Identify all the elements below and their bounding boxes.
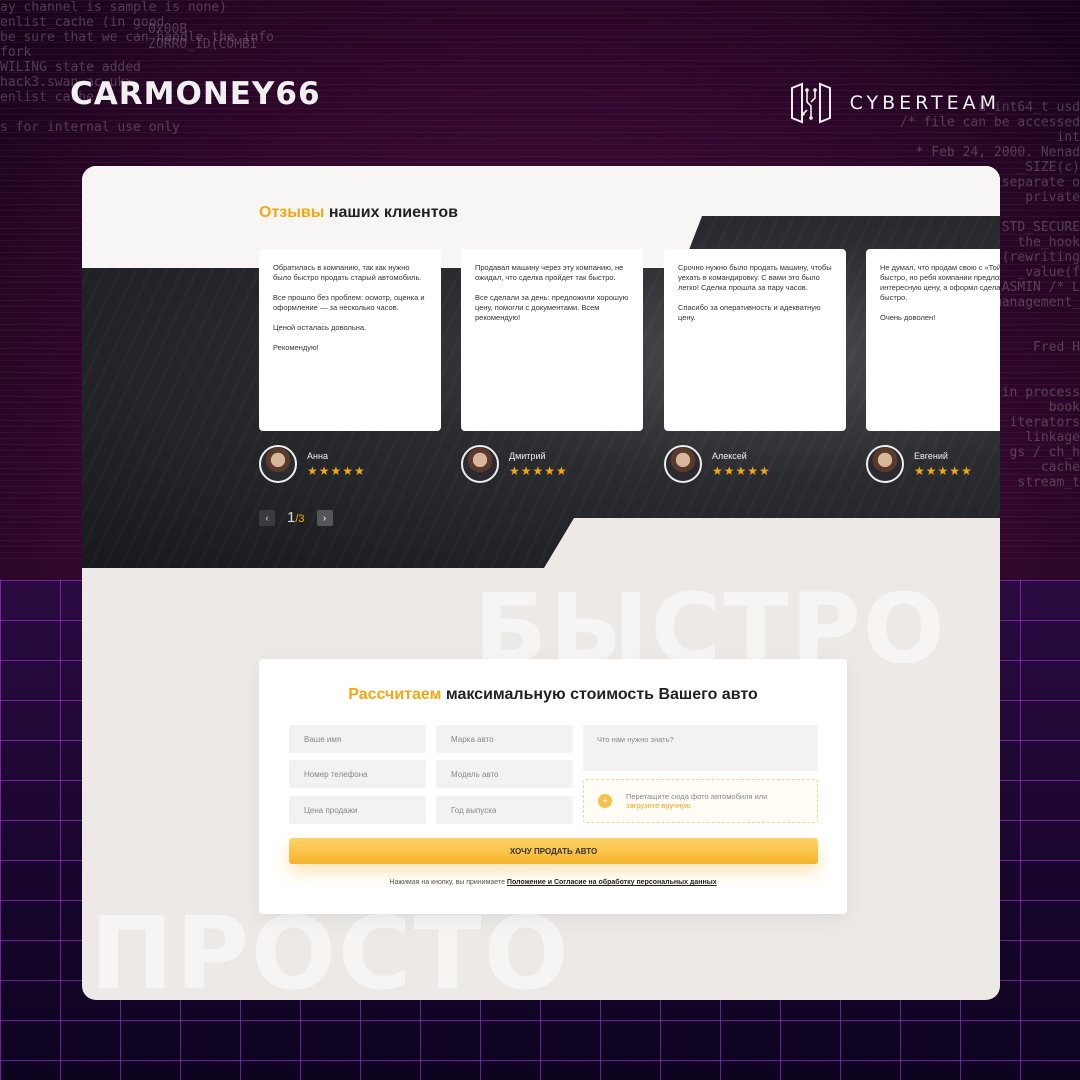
background-code-left-top: 0x00B ZORRO_ID(COMBI xyxy=(148,22,258,52)
review-card: Не думал, что продам свою с «Тойоту» так… xyxy=(866,249,1000,431)
background-code-left: ay channel is sample is none) enlist_cac… xyxy=(0,0,274,135)
review-author: Дмитрий ★★★★★ xyxy=(461,445,568,483)
car-model-field[interactable]: Модель авто xyxy=(436,760,573,788)
author-name: Алексей xyxy=(712,450,747,461)
reviews-title-rest: наших клиентов xyxy=(324,204,458,221)
upload-manually-link[interactable]: загрузите вручную xyxy=(626,801,767,810)
pager-total: /3 xyxy=(295,513,305,525)
team-name: CYBERTEAM xyxy=(849,92,1000,114)
review-author: Евгений ★★★★★ xyxy=(866,445,973,483)
landing-preview-card: БЫСТРО ПРОСТО Отзывы наших клиентов Обра… xyxy=(82,166,1000,1000)
consent-text: Нажимая на кнопку, вы принимаете xyxy=(389,879,507,886)
form-title: Рассчитаем максимальную стоимость Вашего… xyxy=(259,686,847,704)
form-title-accent: Рассчитаем xyxy=(348,686,442,703)
name-field[interactable]: Ваше имя xyxy=(289,725,426,753)
avatar xyxy=(866,445,904,483)
avatar xyxy=(664,445,702,483)
review-card: Продавал машину через эту компанию, не о… xyxy=(461,249,643,431)
car-brand-field[interactable]: Марка авто xyxy=(436,725,573,753)
price-field[interactable]: Цена продажи xyxy=(289,796,426,824)
question-textarea[interactable]: Что нам нужно знать? xyxy=(583,725,818,771)
sell-car-button[interactable]: ХОЧУ ПРОДАТЬ АВТО xyxy=(289,838,818,864)
plus-icon: + xyxy=(598,794,612,808)
review-author: Анна ★★★★★ xyxy=(259,445,366,483)
rating-stars: ★★★★★ xyxy=(307,463,366,478)
reviews-title: Отзывы наших клиентов xyxy=(259,204,458,222)
prev-arrow-icon[interactable]: ‹ xyxy=(259,510,275,526)
brand-logo: CARMONEY66 xyxy=(70,76,321,112)
background-word-simple: ПРОСТО xyxy=(90,895,571,1001)
consent-link[interactable]: Положение и Согласие на обработку персон… xyxy=(507,879,717,886)
phone-field[interactable]: Номер телефона xyxy=(289,760,426,788)
author-name: Дмитрий xyxy=(509,450,546,461)
avatar xyxy=(259,445,297,483)
review-text: Продавал машину через эту компанию, не о… xyxy=(475,263,629,322)
reviews-pager: ‹ 1/3 › xyxy=(259,509,333,527)
form-title-rest: максимальную стоимость Вашего авто xyxy=(441,686,758,703)
review-author: Алексей ★★★★★ xyxy=(664,445,771,483)
valuation-form: Рассчитаем максимальную стоимость Вашего… xyxy=(259,659,847,914)
avatar xyxy=(461,445,499,483)
photo-dropzone[interactable]: + Перетащите сюда фото автомобиля или за… xyxy=(583,779,818,823)
rating-stars: ★★★★★ xyxy=(712,463,771,478)
review-text: Не думал, что продам свою с «Тойоту» так… xyxy=(880,263,1000,322)
author-name: Анна xyxy=(307,450,328,461)
next-arrow-icon[interactable]: › xyxy=(316,510,333,526)
reviews-title-accent: Отзывы xyxy=(259,204,325,221)
consent-note: Нажимая на кнопку, вы принимаете Положен… xyxy=(259,879,847,886)
review-card: Обратилась в компанию, так как нужно был… xyxy=(259,249,441,431)
rating-stars: ★★★★★ xyxy=(509,463,568,478)
review-card: Срочно нужно было продать машину, чтобы … xyxy=(664,249,846,431)
author-name: Евгений xyxy=(914,450,948,461)
dropzone-instruction: Перетащите сюда фото автомобиля или xyxy=(626,792,768,801)
review-text: Срочно нужно было продать машину, чтобы … xyxy=(678,263,832,322)
review-text: Обратилась в компанию, так как нужно был… xyxy=(273,263,425,352)
cyberteam-logo-icon xyxy=(790,82,831,124)
rating-stars: ★★★★★ xyxy=(914,463,973,478)
team-brand: CYBERTEAM xyxy=(788,80,1000,126)
dropzone-text: Перетащите сюда фото автомобиля или загр… xyxy=(626,792,767,810)
year-field[interactable]: Год выпуска xyxy=(436,796,573,824)
